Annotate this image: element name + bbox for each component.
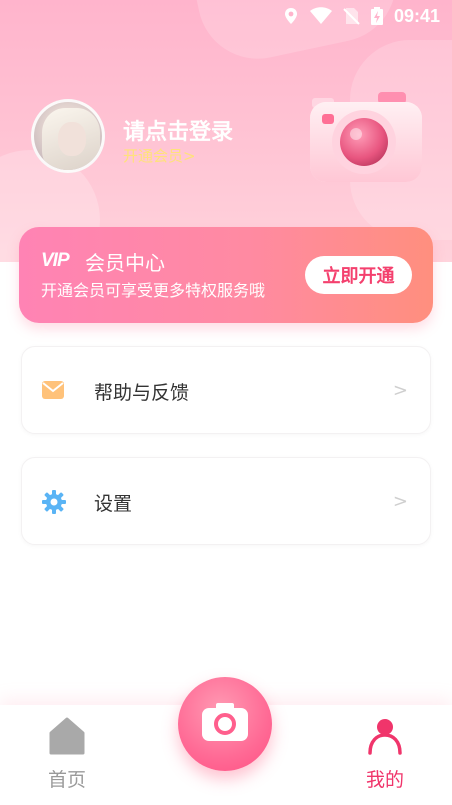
vip-center-card[interactable]: VIP 会员中心 开通会员可享受更多特权服务哦 立即开通 xyxy=(19,227,433,323)
no-sim-icon xyxy=(342,7,360,25)
login-prompt[interactable]: 请点击登录 xyxy=(123,114,233,146)
menu-item-label: 设置 xyxy=(94,493,133,515)
home-icon xyxy=(49,717,85,755)
battery-charging-icon xyxy=(370,7,384,25)
avatar[interactable] xyxy=(31,99,105,173)
vip-card-title: 会员中心 xyxy=(85,251,165,275)
menu-item-label: 帮助与反馈 xyxy=(94,382,190,404)
chevron-right-icon: > xyxy=(392,380,408,401)
vip-card-description: 开通会员可享受更多特权服务哦 xyxy=(41,281,266,300)
chevron-right-icon: > xyxy=(392,491,408,512)
wifi-icon xyxy=(309,7,332,25)
camera-button[interactable] xyxy=(178,677,272,771)
camera-illustration-icon xyxy=(308,86,424,186)
location-icon xyxy=(282,7,300,25)
menu-item-settings[interactable]: 设置 > xyxy=(21,457,431,545)
gear-icon xyxy=(42,490,66,514)
vip-logo: VIP xyxy=(41,250,70,271)
tab-home[interactable]: 首页 xyxy=(22,705,112,805)
menu-item-help-feedback[interactable]: 帮助与反馈 > xyxy=(21,346,431,434)
clock: 09:41 xyxy=(393,5,440,26)
tab-mine[interactable]: 我的 xyxy=(340,705,430,805)
user-icon xyxy=(367,717,403,755)
mail-icon xyxy=(42,381,64,401)
tab-mine-label: 我的 xyxy=(365,769,404,791)
status-bar: 09:41 xyxy=(0,0,452,32)
open-vip-link[interactable]: 开通会员> xyxy=(123,145,196,166)
open-vip-button[interactable]: 立即开通 xyxy=(305,256,412,294)
camera-icon xyxy=(202,703,248,745)
tab-home-label: 首页 xyxy=(47,769,86,791)
avatar-face xyxy=(58,122,86,156)
